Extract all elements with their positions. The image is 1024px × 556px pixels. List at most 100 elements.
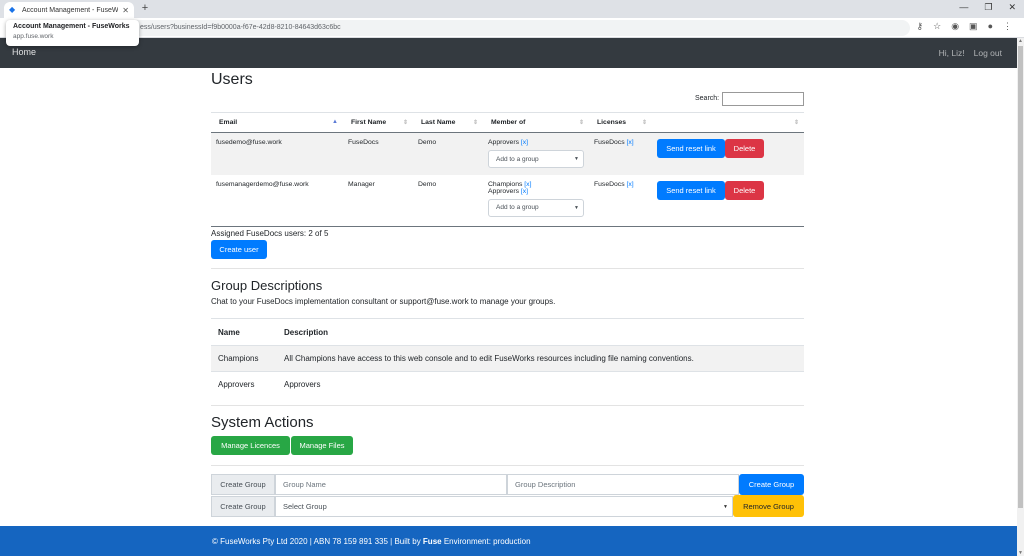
search-input[interactable] — [722, 92, 804, 106]
browser-tab-strip: ◆ Account Management - FuseWo ✕ + — ❐ ✕ — [0, 0, 1024, 18]
group-description-input[interactable]: Group Description — [507, 474, 739, 495]
create-group-form: Create Group Group Name Group Descriptio… — [211, 474, 804, 495]
system-actions-title: System Actions — [211, 414, 314, 431]
sort-icon: ⇕ — [641, 120, 647, 126]
remove-group-link[interactable]: [x] — [524, 181, 531, 188]
delete-button[interactable]: Delete — [725, 139, 764, 158]
remove-group-link[interactable]: [x] — [521, 139, 528, 146]
cell-group-desc: All Champions have access to this web co… — [277, 345, 804, 372]
scroll-up-icon[interactable]: ▲ — [1017, 38, 1024, 44]
cell-member-of: Approvers [x] Add to a group ▼ — [483, 132, 589, 175]
nav-logout-link[interactable]: Log out — [974, 48, 1002, 58]
cell-group-name: Champions — [211, 345, 277, 372]
table-row: fusedemo@fuse.work FuseDocs Demo Approve… — [211, 132, 804, 175]
add-to-group-select[interactable]: Add to a group ▼ — [488, 150, 584, 168]
group-descriptions-title: Group Descriptions — [211, 278, 323, 293]
browser-toolbar: ⚷ ☆ ◉ ▣ ● ⋮ — [917, 21, 1012, 32]
select-group-dropdown[interactable]: Select Group ▼ — [275, 496, 733, 517]
minimize-icon[interactable]: — — [959, 2, 968, 13]
col-actions[interactable]: ⇕ — [652, 112, 804, 133]
cell-last-name: Demo — [413, 132, 483, 175]
url-field[interactable]: ess/users?businessId=f9b0000a-f67e-42d8-… — [70, 20, 910, 36]
restore-icon[interactable]: ❐ — [984, 2, 992, 13]
chevron-down-icon: ▼ — [723, 503, 728, 510]
chevron-down-icon: ▼ — [574, 156, 579, 162]
remove-group-addon: Create Group — [211, 496, 275, 517]
col-licenses[interactable]: Licenses ⇕ — [589, 112, 652, 133]
footer-brand: Fuse — [422, 537, 442, 546]
tab-title: Account Management - FuseWo — [22, 6, 119, 14]
tooltip-url: app.fuse.work — [13, 33, 54, 40]
divider — [211, 405, 804, 406]
group-name: Approvers — [488, 139, 519, 146]
browser-tab[interactable]: ◆ Account Management - FuseWo ✕ — [4, 2, 134, 18]
key-icon[interactable]: ⚷ — [917, 21, 924, 32]
remove-group-link[interactable]: [x] — [521, 188, 528, 195]
cell-email: fusemanagerdemo@fuse.work — [211, 174, 343, 227]
divider — [211, 268, 804, 269]
users-title: Users — [211, 71, 253, 88]
footer-text: © FuseWorks Pty Ltd 2020 | ABN 78 159 89… — [212, 537, 531, 546]
pdf-extension-icon[interactable]: ▣ — [969, 21, 978, 32]
table-row: Approvers Approvers — [211, 372, 804, 398]
cell-first-name: FuseDocs — [343, 132, 413, 175]
cell-licenses: FuseDocs [x] — [589, 174, 652, 227]
col-member-of[interactable]: Member of ⇕ — [483, 112, 589, 133]
col-last-name[interactable]: Last Name ⇕ — [413, 112, 483, 133]
cell-email: fusedemo@fuse.work — [211, 132, 343, 175]
col-email[interactable]: Email ▲ — [211, 112, 343, 133]
nav-home-link[interactable]: Home — [12, 47, 36, 57]
license-name: FuseDocs — [594, 180, 625, 188]
table-row: fusemanagerdemo@fuse.work Manager Demo C… — [211, 174, 804, 227]
nav-greeting[interactable]: Hi, Liz! — [939, 48, 965, 58]
remove-group-button[interactable]: Remove Group — [733, 495, 804, 517]
close-icon[interactable]: ✕ — [122, 6, 129, 15]
scrollbar-thumb[interactable] — [1018, 46, 1023, 508]
group-name-input[interactable]: Group Name — [275, 474, 507, 495]
profile-icon[interactable]: ● — [988, 21, 993, 32]
navbar: Home Hi, Liz! Log out — [0, 38, 1017, 68]
new-tab-icon[interactable]: + — [138, 2, 152, 14]
delete-button[interactable]: Delete — [725, 180, 764, 200]
window-close-icon[interactable]: ✕ — [1008, 2, 1016, 13]
star-icon[interactable]: ☆ — [933, 21, 941, 32]
scroll-down-icon[interactable]: ▼ — [1017, 550, 1024, 556]
groups-table-header: Name Description — [211, 318, 804, 346]
manage-licences-button[interactable]: Manage Licences — [211, 436, 290, 455]
nav-right: Hi, Liz! Log out — [939, 48, 1002, 58]
remove-group-form: Create Group Select Group ▼ Remove Group — [211, 495, 804, 517]
extension-icon[interactable]: ◉ — [951, 21, 959, 32]
tooltip-title: Account Management - FuseWorks — [13, 23, 130, 30]
tab-tooltip: Account Management - FuseWorks app.fuse.… — [6, 20, 139, 46]
page-scrollbar[interactable]: ▲ ▼ — [1017, 38, 1024, 556]
sort-icon: ⇕ — [793, 120, 799, 126]
remove-license-link[interactable]: [x] — [627, 181, 634, 188]
sort-icon: ⇕ — [402, 120, 408, 126]
create-group-button[interactable]: Create Group — [739, 474, 804, 495]
cell-group-name: Approvers — [218, 380, 255, 390]
send-reset-link-button[interactable]: Send reset link — [657, 180, 725, 200]
add-to-group-select[interactable]: Add to a group ▼ — [488, 198, 584, 217]
cell-licenses: FuseDocs [x] — [589, 132, 652, 175]
sort-icon: ⇕ — [472, 120, 478, 126]
col-description: Description — [277, 318, 804, 346]
send-reset-link-button[interactable]: Send reset link — [657, 139, 725, 158]
remove-license-link[interactable]: [x] — [627, 139, 634, 146]
table-row: Champions All Champions have access to t… — [211, 345, 804, 372]
menu-icon[interactable]: ⋮ — [1003, 21, 1012, 32]
col-first-name[interactable]: First Name ⇕ — [343, 112, 413, 133]
group-name: Approvers — [488, 187, 519, 195]
cell-actions: Send reset link Delete — [652, 132, 804, 175]
users-table-header: Email ▲ First Name ⇕ Last Name ⇕ Member of ⇕… — [211, 112, 804, 133]
group-descriptions-subtitle: Chat to your FuseDocs implementation con… — [211, 297, 556, 306]
col-name: Name — [211, 318, 277, 346]
cell-first-name: Manager — [343, 174, 413, 227]
create-user-button[interactable]: Create user — [211, 240, 267, 259]
cell-last-name: Demo — [413, 174, 483, 227]
chevron-down-icon: ▼ — [574, 204, 579, 211]
divider — [211, 465, 804, 466]
manage-files-button[interactable]: Manage Files — [291, 436, 353, 455]
license-name: FuseDocs — [594, 139, 625, 146]
create-group-addon: Create Group — [211, 474, 275, 495]
sort-asc-icon: ▲ — [332, 119, 338, 125]
